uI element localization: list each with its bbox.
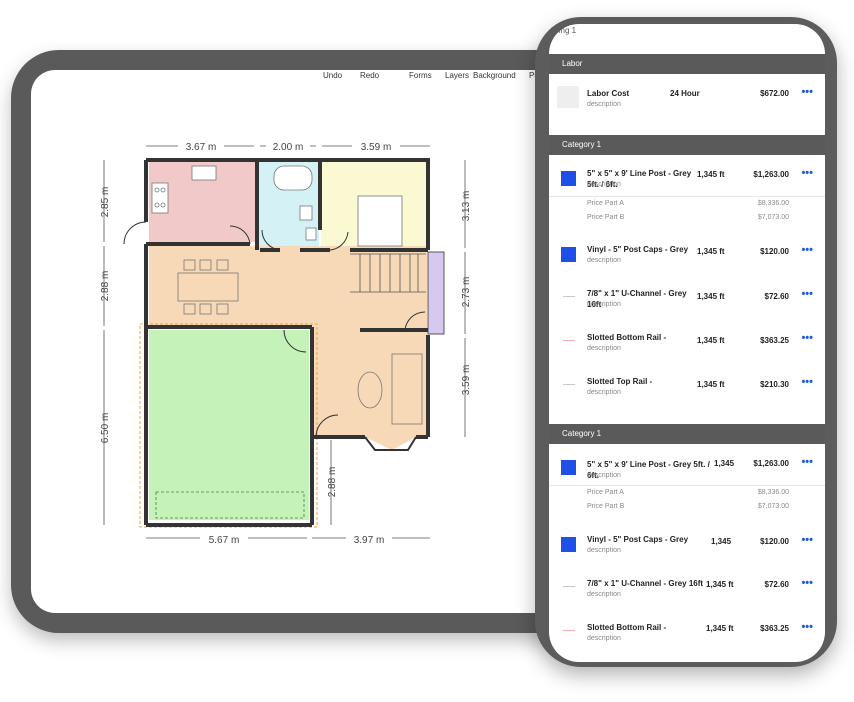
color-swatch — [563, 586, 575, 587]
price-part-value: $7,073.00 — [757, 503, 789, 510]
more-icon[interactable]: ••• — [801, 288, 813, 300]
price-part-label: Price Part B — [587, 503, 625, 510]
item-description: description — [587, 472, 621, 479]
item-price: $363.25 — [760, 336, 789, 345]
item-qty: 1,345 ft — [706, 580, 734, 589]
dim-bottom-mid: 2.88 m — [327, 467, 338, 498]
list-item[interactable]: 7/8" x 1" U-Channel - Grey 16ft descript… — [549, 282, 825, 322]
section-header-category: Category 1 — [549, 424, 825, 444]
more-icon[interactable]: ••• — [801, 244, 813, 256]
list-item[interactable]: Slotted Bottom Rail - description 1,345 … — [549, 326, 825, 366]
divider — [549, 196, 825, 197]
item-price: $210.30 — [760, 380, 789, 389]
color-swatch — [561, 460, 576, 475]
item-qty: 1,345 — [711, 537, 732, 546]
list-item[interactable]: Vinyl - 5" Post Caps - Grey description … — [549, 526, 825, 566]
price-part-label: Price Part A — [587, 489, 624, 496]
dim-top-c: 3.59 m — [361, 142, 392, 153]
item-description: description — [587, 547, 621, 554]
phone-screen[interactable]: wing 1 Labor Labor Cost description 24 H… — [549, 24, 825, 662]
item-price: $120.00 — [760, 537, 789, 546]
item-qty: 1,345 ft — [697, 380, 725, 389]
more-icon[interactable]: ••• — [801, 534, 813, 546]
dim-right-b: 2.73 m — [461, 277, 472, 308]
item-description: description — [587, 301, 621, 308]
divider — [549, 485, 825, 486]
item-description: description — [587, 591, 621, 598]
price-part-value: $8,336.00 — [757, 489, 789, 496]
dim-top-b: 2.00 m — [273, 142, 304, 153]
item-price: $120.00 — [760, 247, 789, 256]
item-name: Slotted Top Rail - — [587, 377, 653, 386]
price-part-value: $8,336.00 — [757, 200, 789, 207]
section-header-category: Category 1 — [549, 135, 825, 155]
item-qty: 1,345 ft — [697, 292, 725, 301]
list-item[interactable]: Labor Cost description 24 Hour $672.00 •… — [549, 76, 825, 128]
list-item[interactable]: Vinyl - 5" Post Caps - Grey description … — [549, 236, 825, 276]
garage-room — [149, 330, 309, 520]
item-name: Vinyl - 5" Post Caps - Grey — [587, 245, 689, 254]
item-description: description — [587, 101, 621, 108]
item-price: $72.60 — [764, 580, 789, 589]
item-price: $672.00 — [760, 89, 789, 98]
more-icon[interactable]: ••• — [801, 86, 813, 98]
price-part-value: $7,073.00 — [757, 214, 789, 221]
dim-right-a: 3.13 m — [461, 191, 472, 222]
window-bay — [427, 251, 445, 335]
item-qty: 1,345 ft — [697, 336, 725, 345]
item-description: description — [587, 181, 621, 188]
item-qty: 1,345 ft — [706, 624, 734, 633]
dim-top-a: 3.67 m — [186, 142, 217, 153]
color-swatch — [561, 537, 576, 552]
floor-plan[interactable]: 3.67 m 2.00 m 3.59 m 5.67 m 3.97 m 2.85 … — [31, 70, 591, 613]
list-item[interactable]: 5" x 5" x 9' Line Post - Grey 5ft. / 6ft… — [549, 446, 825, 486]
item-description: description — [587, 389, 621, 396]
more-icon[interactable]: ••• — [801, 332, 813, 344]
item-name: Slotted Bottom Rail - — [587, 333, 667, 342]
item-description: description — [587, 635, 621, 642]
list-item[interactable]: Slotted Top Rail - description 1,345 ft … — [549, 370, 825, 410]
item-qty: 1,345 ft — [697, 170, 725, 179]
item-price: $1,263.00 — [753, 170, 789, 179]
item-qty: 24 Hour — [670, 89, 700, 98]
price-part-label: Price Part B — [587, 214, 625, 221]
more-icon[interactable]: ••• — [801, 376, 813, 388]
item-qty: 1,345 ft — [697, 247, 725, 256]
more-icon[interactable]: ••• — [801, 456, 813, 468]
item-name: Slotted Bottom Rail - — [587, 623, 667, 632]
more-icon[interactable]: ••• — [801, 621, 813, 633]
more-icon[interactable]: ••• — [801, 577, 813, 589]
dim-left-a: 2.85 m — [100, 187, 111, 218]
item-name: Vinyl - 5" Post Caps - Grey — [587, 535, 689, 544]
drawing-title: wing 1 — [553, 26, 577, 35]
list-item[interactable]: 7/8" x 1" U-Channel - Grey 16ft descript… — [549, 572, 825, 612]
item-description: description — [587, 257, 621, 264]
item-price: $72.60 — [764, 292, 789, 301]
dim-bottom-b: 3.97 m — [354, 535, 385, 546]
dim-left-b: 2.88 m — [100, 271, 111, 302]
price-part-label: Price Part A — [587, 200, 624, 207]
dim-left-c: 6.50 m — [100, 413, 111, 444]
color-swatch — [563, 340, 575, 341]
item-price: $1,263.00 — [753, 459, 789, 468]
item-qty: 1,345 — [714, 459, 735, 468]
list-item[interactable]: Slotted Bottom Rail - description 1,345 … — [549, 616, 825, 656]
color-swatch — [563, 296, 575, 297]
dim-bottom-a: 5.67 m — [209, 535, 240, 546]
item-description: description — [587, 345, 621, 352]
more-icon[interactable]: ••• — [801, 167, 813, 179]
color-swatch — [563, 384, 575, 385]
tablet-screen: Undo Redo Forms Layers Background Pu 3.6… — [31, 70, 591, 613]
color-swatch — [561, 247, 576, 262]
item-name: 7/8" x 1" U-Channel - Grey 16ft — [587, 579, 704, 588]
image-placeholder-icon — [557, 86, 579, 108]
dim-right-c: 3.59 m — [461, 365, 472, 396]
section-header-labor: Labor — [549, 54, 825, 74]
color-swatch — [563, 630, 575, 631]
color-swatch — [561, 171, 576, 186]
list-item[interactable]: 5" x 5" x 9' Line Post - Grey 5ft. / 6ft… — [549, 157, 825, 197]
item-price: $363.25 — [760, 624, 789, 633]
